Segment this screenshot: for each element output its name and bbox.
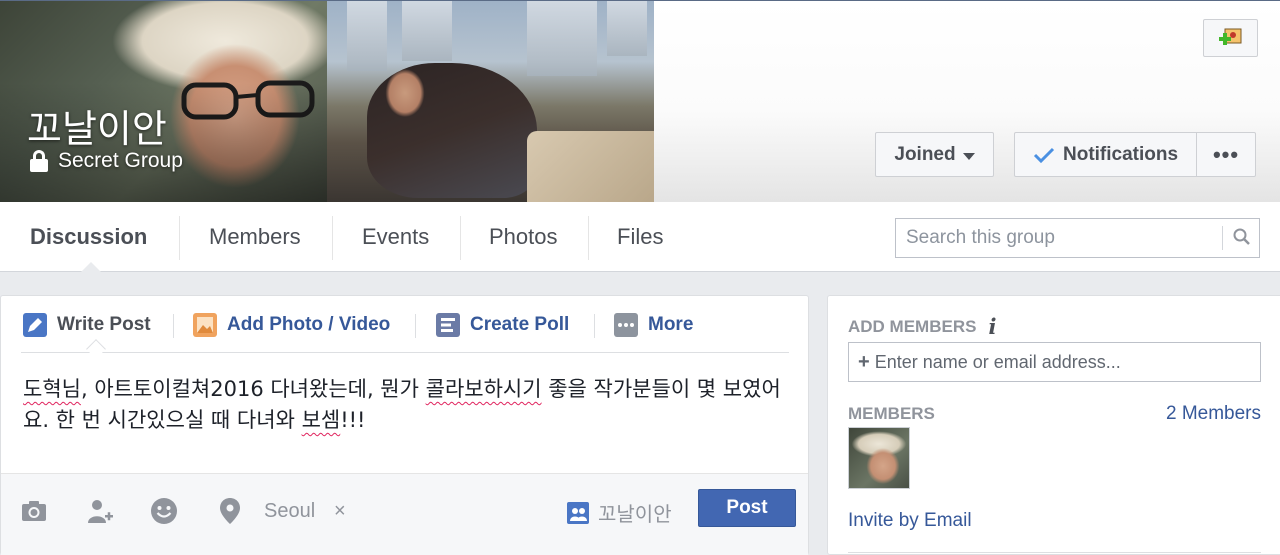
camera-icon[interactable] bbox=[19, 496, 49, 526]
feeling-smiley-icon[interactable] bbox=[149, 496, 179, 526]
add-members-input[interactable] bbox=[874, 351, 1255, 373]
composer-footer: Seoul × 꼬날이안 bbox=[1, 473, 808, 555]
tab-files[interactable]: Files bbox=[617, 202, 663, 272]
active-action-pointer bbox=[86, 339, 106, 359]
create-poll-label: Create Poll bbox=[470, 314, 570, 335]
group-search bbox=[895, 218, 1260, 258]
add-cover-photo-button[interactable] bbox=[1203, 19, 1258, 57]
search-input[interactable] bbox=[896, 219, 1222, 257]
remove-location-icon[interactable]: × bbox=[334, 500, 346, 523]
text-fragment: 콜라보하시기 bbox=[425, 377, 542, 401]
group-cover: 꼬날이안 Secret Group Joined Notifications •… bbox=[0, 0, 1280, 202]
text-fragment: 보셈 bbox=[301, 408, 341, 432]
tab-events[interactable]: Events bbox=[362, 202, 429, 272]
group-privacy-label: Secret Group bbox=[58, 149, 183, 172]
joined-label: Joined bbox=[894, 143, 956, 165]
members-heading: MEMBERS bbox=[848, 404, 935, 423]
lock-icon bbox=[30, 150, 48, 172]
add-members-field: + bbox=[848, 342, 1261, 382]
member-avatar[interactable] bbox=[848, 427, 910, 489]
write-post-tab[interactable]: Write Post bbox=[22, 310, 151, 340]
write-post-label: Write Post bbox=[57, 314, 151, 335]
post-text-area[interactable]: 도혁님, 아트토이컬쳐2016 다녀왔는데, 뭔가 콜라보하시기 좋을 작가분들… bbox=[23, 374, 793, 436]
tab-members[interactable]: Members bbox=[209, 202, 301, 272]
text-fragment: !!! bbox=[340, 408, 366, 432]
location-label: Seoul bbox=[264, 500, 316, 522]
search-icon[interactable] bbox=[1232, 227, 1252, 247]
more-actions-tab[interactable]: More bbox=[613, 310, 693, 340]
chevron-down-icon bbox=[962, 153, 975, 160]
group-name[interactable]: 꼬날이안 bbox=[27, 98, 167, 153]
cover-photo-right bbox=[327, 1, 654, 202]
text-fragment: , 아트토이컬쳐2016 다녀왔는데, 뭔가 bbox=[80, 377, 426, 401]
poll-icon bbox=[436, 313, 460, 337]
audience-selector[interactable]: 꼬날이안 bbox=[566, 498, 672, 527]
more-actions-label: More bbox=[648, 314, 694, 335]
joined-button[interactable]: Joined bbox=[875, 132, 994, 177]
info-icon[interactable]: i bbox=[988, 314, 996, 339]
post-button[interactable]: Post bbox=[698, 489, 796, 527]
more-dots-icon: ••• bbox=[1212, 141, 1240, 167]
create-poll-tab[interactable]: Create Poll bbox=[435, 310, 569, 340]
notifications-button[interactable]: Notifications bbox=[1014, 132, 1197, 177]
add-members-label: ADD MEMBERS bbox=[848, 316, 977, 336]
members-count-link[interactable]: 2 Members bbox=[1166, 403, 1261, 425]
plus-icon: + bbox=[858, 350, 870, 373]
group-audience-icon bbox=[567, 501, 589, 524]
notifications-label: Notifications bbox=[1063, 143, 1179, 165]
pencil-icon bbox=[23, 313, 47, 337]
tag-people-icon[interactable] bbox=[84, 496, 114, 526]
more-options-button[interactable]: ••• bbox=[1196, 132, 1256, 177]
add-photo-icon bbox=[1218, 28, 1241, 45]
post-composer: Write Post Add Photo / Video Create Poll… bbox=[0, 295, 809, 555]
add-members-heading: ADD MEMBERS i bbox=[848, 314, 996, 339]
checkmark-icon bbox=[1033, 147, 1055, 163]
photo-icon bbox=[193, 313, 217, 337]
tab-photos[interactable]: Photos bbox=[489, 202, 558, 272]
invite-by-email-link[interactable]: Invite by Email bbox=[848, 510, 972, 532]
members-sidebar: ADD MEMBERS i + MEMBERS 2 Members Invite… bbox=[827, 295, 1280, 555]
group-privacy: Secret Group bbox=[30, 149, 183, 173]
audience-label: 꼬날이안 bbox=[598, 502, 672, 526]
active-tab-pointer bbox=[80, 262, 102, 273]
add-photo-video-label: Add Photo / Video bbox=[227, 314, 391, 335]
location-pin-icon[interactable] bbox=[215, 496, 245, 526]
text-fragment: 도혁님 bbox=[23, 377, 81, 401]
add-photo-video-tab[interactable]: Add Photo / Video bbox=[192, 310, 390, 340]
more-dots-icon bbox=[614, 313, 638, 337]
